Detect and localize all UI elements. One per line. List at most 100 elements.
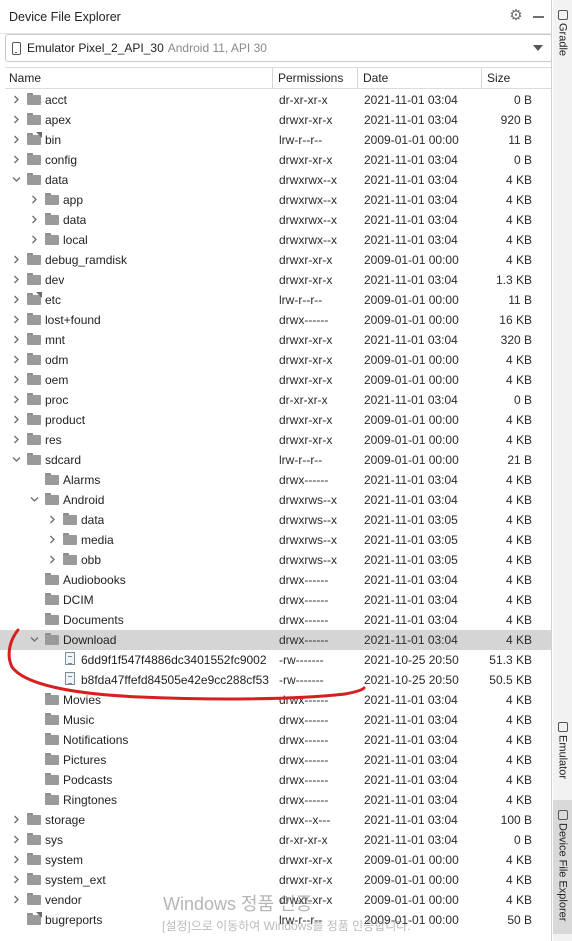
chevron-right-icon[interactable]	[12, 875, 20, 884]
file-date: 2021-11-01 03:05	[364, 533, 458, 547]
tree-row-alarms[interactable]: Alarms drwx------ 2021-11-01 03:04 4 KB	[0, 470, 551, 490]
tree-row-pictures[interactable]: Pictures drwx------ 2021-11-01 03:04 4 KB	[0, 750, 551, 770]
tree-row-android[interactable]: Android drwxrws--x 2021-11-01 03:04 4 KB	[0, 490, 551, 510]
column-header-date[interactable]: Date	[363, 71, 388, 85]
chevron-down-icon[interactable]	[12, 175, 21, 183]
folder-link-icon	[27, 912, 42, 925]
chevron-right-icon[interactable]	[48, 535, 56, 544]
tree-row-config[interactable]: config drwxr-xr-x 2021-11-01 03:04 0 B	[0, 150, 551, 170]
chevron-right-icon[interactable]	[12, 275, 20, 284]
chevron-right-icon[interactable]	[12, 855, 20, 864]
chevron-right-icon[interactable]	[12, 335, 20, 344]
file-date: 2021-11-01 03:04	[364, 753, 458, 767]
device-selector[interactable]: Emulator Pixel_2_API_30 Android 11, API …	[5, 34, 551, 62]
tree-row-product[interactable]: product drwxr-xr-x 2009-01-01 00:00 4 KB	[0, 410, 551, 430]
chevron-right-icon[interactable]	[12, 835, 20, 844]
file-date: 2021-11-01 03:04	[364, 733, 458, 747]
chevron-right-icon[interactable]	[48, 555, 56, 564]
tree-row-debug-ramdisk[interactable]: debug_ramdisk drwxr-xr-x 2009-01-01 00:00 4…	[0, 250, 551, 270]
column-header-name[interactable]: Name	[9, 71, 41, 85]
file-date: 2021-11-01 03:04	[364, 113, 458, 127]
tree-row-obb[interactable]: obb drwxrws--x 2021-11-01 03:05 4 KB	[0, 550, 551, 570]
column-header-size[interactable]: Size	[487, 71, 510, 85]
tree-row-local[interactable]: local drwxrwx--x 2021-11-01 03:04 4 KB	[0, 230, 551, 250]
tree-row-dev[interactable]: dev drwxr-xr-x 2021-11-01 03:04 1.3 KB	[0, 270, 551, 290]
tree-row-mnt[interactable]: mnt drwxr-xr-x 2021-11-01 03:04 320 B	[0, 330, 551, 350]
tree-row-music[interactable]: Music drwx------ 2021-11-01 03:04 4 KB	[0, 710, 551, 730]
gear-icon[interactable]: ⚙	[508, 8, 524, 24]
tab-gradle[interactable]: Gradle	[553, 10, 572, 56]
tree-row-podcasts[interactable]: Podcasts drwx------ 2021-11-01 03:04 4 KB	[0, 770, 551, 790]
tree-row-sdcard[interactable]: sdcard lrw-r--r-- 2009-01-01 00:00 21 B	[0, 450, 551, 470]
file-permissions: drwxrws--x	[279, 493, 337, 507]
chevron-right-icon[interactable]	[30, 195, 38, 204]
file-name: proc	[45, 393, 69, 407]
file-date: 2009-01-01 00:00	[364, 913, 459, 927]
tree-row-data[interactable]: data drwxrws--x 2021-11-01 03:05 4 KB	[0, 510, 551, 530]
chevron-right-icon[interactable]	[12, 95, 20, 104]
tree-row-dcim[interactable]: DCIM drwx------ 2021-11-01 03:04 4 KB	[0, 590, 551, 610]
chevron-right-icon[interactable]	[12, 435, 20, 444]
tree-row-6dd9f1f547f4886dc3401552fc9002[interactable]: 6dd9f1f547f4886dc3401552fc9002 -rw-------…	[0, 650, 551, 670]
tree-row-res[interactable]: res drwxr-xr-x 2009-01-01 00:00 4 KB	[0, 430, 551, 450]
chevron-right-icon[interactable]	[12, 815, 20, 824]
tree-row-data[interactable]: data drwxrwx--x 2021-11-01 03:04 4 KB	[0, 170, 551, 190]
tree-row-media[interactable]: media drwxrws--x 2021-11-01 03:05 4 KB	[0, 530, 551, 550]
file-name: system	[45, 853, 84, 867]
chevron-right-icon[interactable]	[12, 295, 20, 304]
tree-row-oem[interactable]: oem drwxr-xr-x 2009-01-01 00:00 4 KB	[0, 370, 551, 390]
tree-row-apex[interactable]: apex drwxr-xr-x 2021-11-01 03:04 920 B	[0, 110, 551, 130]
column-divider[interactable]	[481, 68, 482, 88]
file-name: debug_ramdisk	[45, 253, 128, 267]
tree-row-etc[interactable]: etc lrw-r--r-- 2009-01-01 00:00 11 B	[0, 290, 551, 310]
tree-row-odm[interactable]: odm drwxr-xr-x 2009-01-01 00:00 4 KB	[0, 350, 551, 370]
chevron-right-icon[interactable]	[12, 255, 20, 264]
column-divider[interactable]	[357, 68, 358, 88]
chevron-down-icon[interactable]	[12, 455, 21, 463]
tree-row-download[interactable]: Download drwx------ 2021-11-01 03:04 4 KB	[0, 630, 551, 650]
chevron-right-icon[interactable]	[12, 355, 20, 364]
chevron-right-icon[interactable]	[30, 235, 38, 244]
tree-row-ringtones[interactable]: Ringtones drwx------ 2021-11-01 03:04 4 KB	[0, 790, 551, 810]
chevron-right-icon[interactable]	[12, 115, 20, 124]
chevron-right-icon[interactable]	[12, 415, 20, 424]
tree-row-lost-found[interactable]: lost+found drwx------ 2009-01-01 00:00 16 K…	[0, 310, 551, 330]
tree-row-storage[interactable]: storage drwx--x--- 2021-11-01 03:04 100 B	[0, 810, 551, 830]
chevron-right-icon[interactable]	[12, 315, 20, 324]
file-size: 4 KB	[505, 613, 532, 627]
tree-row-sys[interactable]: sys dr-xr-xr-x 2021-11-01 03:04 0 B	[0, 830, 551, 850]
file-name: Android	[63, 493, 105, 507]
tree-row-data[interactable]: data drwxrwx--x 2021-11-01 03:04 4 KB	[0, 210, 551, 230]
chevron-right-icon[interactable]	[48, 515, 56, 524]
tree-row-proc[interactable]: proc dr-xr-xr-x 2021-11-01 03:04 0 B	[0, 390, 551, 410]
tree-row-app[interactable]: app drwxrwx--x 2021-11-01 03:04 4 KB	[0, 190, 551, 210]
tree-row-audiobooks[interactable]: Audiobooks drwx------ 2021-11-01 03:04 4 KB	[0, 570, 551, 590]
tab-emulator[interactable]: Emulator	[553, 722, 572, 779]
file-size: 4 KB	[505, 573, 532, 587]
chevron-right-icon[interactable]	[12, 395, 20, 404]
chevron-down-icon[interactable]	[30, 495, 39, 503]
chevron-right-icon[interactable]	[30, 215, 38, 224]
file-date: 2009-01-01 00:00	[364, 293, 459, 307]
chevron-down-icon[interactable]	[30, 635, 39, 643]
chevron-right-icon[interactable]	[12, 895, 20, 904]
tree-row-vendor[interactable]: vendor drwxr-xr-x 2009-01-01 00:00 4 KB	[0, 890, 551, 910]
file-size: 4 KB	[505, 753, 532, 767]
minimize-icon[interactable]	[533, 16, 544, 18]
tree-row-system-ext[interactable]: system_ext drwxr-xr-x 2009-01-01 00:00 4 KB	[0, 870, 551, 890]
tree-row-bin[interactable]: bin lrw-r--r-- 2009-01-01 00:00 11 B	[0, 130, 551, 150]
tree-row-notifications[interactable]: Notifications drwx------ 2021-11-01 03:04 4…	[0, 730, 551, 750]
chevron-right-icon[interactable]	[12, 155, 20, 164]
tree-row-acct[interactable]: acct dr-xr-xr-x 2021-11-01 03:04 0 B	[0, 90, 551, 110]
file-date: 2021-10-25 20:50	[364, 653, 459, 667]
chevron-right-icon[interactable]	[12, 375, 20, 384]
tree-row-system[interactable]: system drwxr-xr-x 2009-01-01 00:00 4 KB	[0, 850, 551, 870]
tree-row-b8fda47ffefd84505e42e9cc288cf53[interactable]: b8fda47ffefd84505e42e9cc288cf53 -rw------…	[0, 670, 551, 690]
tree-row-bugreports[interactable]: bugreports lrw-r--r-- 2009-01-01 00:00 50 B	[0, 910, 551, 930]
tab-device-file-explorer[interactable]: Device File Explorer	[553, 800, 572, 934]
column-header-permissions[interactable]: Permissions	[278, 71, 343, 85]
tree-row-documents[interactable]: Documents drwx------ 2021-11-01 03:04 4 KB	[0, 610, 551, 630]
tree-row-movies[interactable]: Movies drwx------ 2021-11-01 03:04 4 KB	[0, 690, 551, 710]
column-divider[interactable]	[272, 68, 273, 88]
chevron-right-icon[interactable]	[12, 135, 20, 144]
